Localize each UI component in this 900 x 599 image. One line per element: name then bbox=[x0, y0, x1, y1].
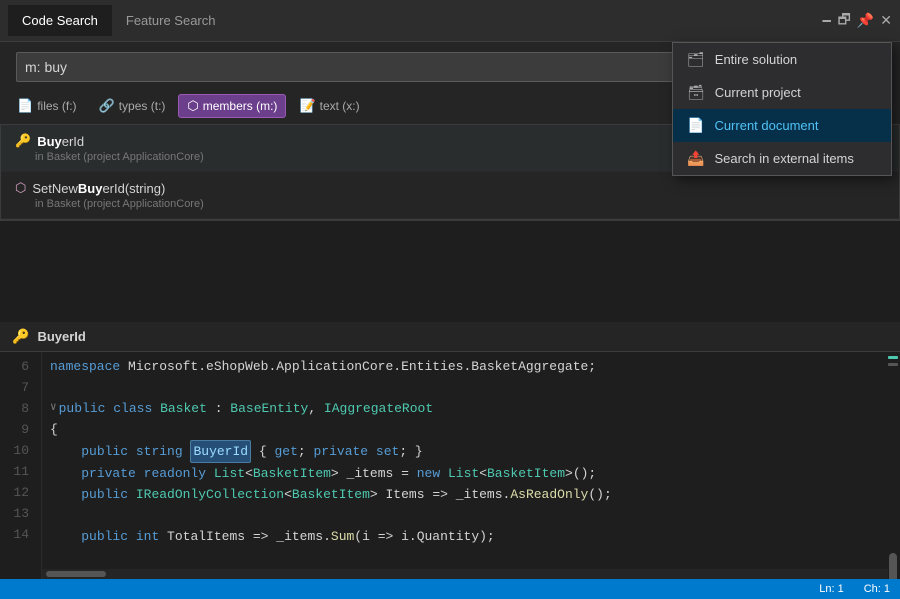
close-icon[interactable]: ✕ bbox=[880, 12, 892, 29]
scope-current-document[interactable]: 📄 Current document bbox=[673, 109, 891, 142]
scope-current-project-label: Current project bbox=[715, 85, 801, 100]
code-line-6: namespace Microsoft.eShopWeb.Application… bbox=[50, 356, 878, 377]
code-line-10: public string BuyerId { get; private set… bbox=[50, 440, 878, 463]
filter-tab-members-label: members (m:) bbox=[203, 99, 278, 113]
filter-tab-members[interactable]: ⬡ members (m:) bbox=[178, 94, 286, 118]
restore-icon[interactable]: 🗗 bbox=[838, 9, 851, 33]
code-area: 6 7 8 9 10 11 12 13 14 namespace Microso… bbox=[0, 352, 900, 593]
code-line-8: ∨public class Basket : BaseEntity, IAggr… bbox=[50, 398, 878, 419]
scope-entire-solution[interactable]: 🗂 Entire solution bbox=[673, 43, 891, 76]
members-icon: ⬡ bbox=[187, 98, 198, 114]
code-line-11: private readonly List<BasketItem> _items… bbox=[50, 463, 878, 484]
tab-feature-search[interactable]: Feature Search bbox=[112, 5, 230, 36]
status-bar: Ln: 1 Ch: 1 bbox=[0, 579, 900, 599]
window-controls: 🗕 🗗 📌 ✕ bbox=[822, 9, 892, 33]
filter-tab-types[interactable]: 🔗 types (t:) bbox=[90, 94, 175, 118]
filter-tab-text-label: text (x:) bbox=[320, 99, 360, 113]
scope-current-document-label: Current document bbox=[714, 118, 818, 133]
status-ch: Ch: 1 bbox=[864, 583, 890, 595]
scope-entire-solution-label: Entire solution bbox=[715, 52, 797, 67]
filter-tab-text[interactable]: 📝 text (x:) bbox=[290, 94, 368, 118]
code-content[interactable]: namespace Microsoft.eShopWeb.Application… bbox=[42, 352, 886, 593]
minimize-icon[interactable]: 🗕 bbox=[822, 9, 832, 33]
scope-current-project[interactable]: 🗃 Current project bbox=[673, 76, 891, 109]
tab-code-search[interactable]: Code Search bbox=[8, 5, 112, 36]
horizontal-scrollbar-thumb[interactable] bbox=[46, 571, 106, 577]
member-icon: ⬡ bbox=[15, 180, 26, 196]
code-line-7 bbox=[50, 377, 878, 398]
status-ln: Ln: 1 bbox=[819, 583, 843, 595]
external-icon: 📤 bbox=[687, 150, 704, 167]
line-numbers: 6 7 8 9 10 11 12 13 14 bbox=[0, 352, 42, 593]
scrollbar-container bbox=[886, 352, 900, 593]
title-bar: Code Search Feature Search 🗕 🗗 📌 ✕ bbox=[0, 0, 900, 42]
result-location-2: in Basket (project ApplicationCore) bbox=[15, 198, 885, 210]
pin-icon[interactable]: 📌 bbox=[857, 12, 874, 29]
editor-header: 🔑 BuyerId bbox=[0, 322, 900, 352]
code-line-12: public IReadOnlyCollection<BasketItem> I… bbox=[50, 484, 878, 505]
code-line-13 bbox=[50, 505, 878, 526]
result-item-set-new-buyer-id[interactable]: ⬡ SetNewBuyerId(string) in Basket (proje… bbox=[1, 172, 899, 219]
scroll-mark-1 bbox=[888, 356, 898, 359]
filter-tab-files[interactable]: 📄 files (f:) bbox=[8, 94, 86, 118]
editor-member-icon: 🔑 bbox=[12, 328, 29, 345]
editor-member-name: BuyerId bbox=[37, 329, 85, 344]
types-icon: 🔗 bbox=[99, 98, 115, 114]
filter-tab-types-label: types (t:) bbox=[119, 99, 166, 113]
document-icon: 📄 bbox=[687, 117, 704, 134]
scope-dropdown: 🗂 Entire solution 🗃 Current project 📄 Cu… bbox=[672, 42, 892, 176]
text-icon: 📝 bbox=[299, 98, 315, 114]
solution-icon: 🗂 bbox=[687, 51, 705, 68]
code-line-14: public int TotalItems => _items.Sum(i =>… bbox=[50, 526, 878, 547]
scope-external-items-label: Search in external items bbox=[714, 151, 853, 166]
scope-external-items[interactable]: 📤 Search in external items bbox=[673, 142, 891, 175]
project-icon: 🗃 bbox=[687, 84, 705, 101]
result-name-2: ⬡ SetNewBuyerId(string) bbox=[15, 180, 885, 196]
editor-area: 🔑 BuyerId 6 7 8 9 10 11 12 13 14 namespa… bbox=[0, 322, 900, 599]
scroll-mark-2 bbox=[888, 363, 898, 366]
key-icon: 🔑 bbox=[15, 133, 31, 149]
files-icon: 📄 bbox=[17, 98, 33, 114]
horizontal-scrollbar[interactable] bbox=[42, 569, 888, 579]
code-line-9: { bbox=[50, 419, 878, 440]
filter-tab-files-label: files (f:) bbox=[37, 99, 76, 113]
